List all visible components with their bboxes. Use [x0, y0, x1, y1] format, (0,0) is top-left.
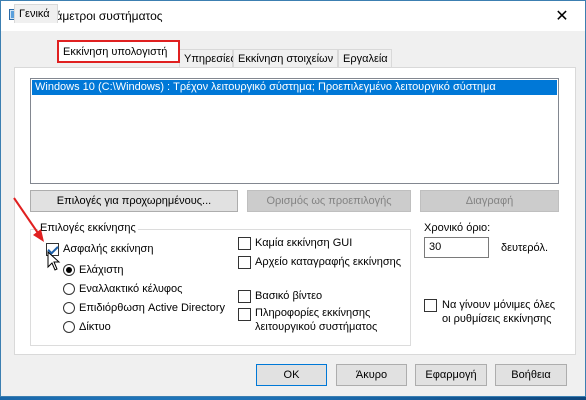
base-video-label: Βασικό βίντεο	[255, 290, 323, 302]
title-bar: Παράμετροι συστήματος ✕	[1, 1, 585, 31]
timeout-unit: δευτερόλ.	[501, 242, 549, 254]
base-video-checkbox[interactable]	[238, 290, 251, 303]
close-button[interactable]: ✕	[539, 1, 585, 31]
alternate-shell-radio[interactable]	[63, 283, 75, 295]
no-gui-label: Καμία εκκίνηση GUI	[255, 237, 353, 249]
tab-boot[interactable]: Εκκίνηση υπολογιστή	[57, 40, 180, 63]
ad-repair-label: Επιδιόρθωση Active Directory	[79, 302, 225, 314]
alternate-shell-label: Εναλλακτικό κέλυφος	[79, 283, 183, 295]
tab-label: Υπηρεσίες	[184, 53, 236, 65]
tab-label: Εκκίνηση υπολογιστή	[63, 46, 168, 58]
tab-startup[interactable]: Εκκίνηση στοιχείων	[233, 49, 338, 68]
network-radio[interactable]	[63, 321, 75, 333]
boot-entries-list[interactable]: Windows 10 (C:\Windows) : Τρέχον λειτουρ…	[30, 78, 559, 184]
os-boot-info-label-line1: Πληροφορίες εκκίνησης	[255, 307, 371, 319]
boot-log-checkbox[interactable]	[238, 256, 251, 269]
boot-options-label: Επιλογές εκκίνησης	[38, 222, 138, 234]
cancel-button[interactable]: Άκυρο	[336, 364, 407, 386]
minimal-label: Ελάχιστη	[79, 264, 124, 276]
make-permanent-label-line1: Να γίνουν μόνιμες όλες	[442, 299, 556, 311]
safe-boot-label: Ασφαλής εκκίνηση	[63, 243, 154, 255]
boot-log-label: Αρχείο καταγραφής εκκίνησης	[255, 256, 402, 268]
close-icon: ✕	[555, 8, 569, 25]
make-permanent-label-line2: οι ρυθμίσεις εκκίνησης	[442, 313, 552, 325]
no-gui-checkbox[interactable]	[238, 237, 251, 250]
tab-general[interactable]: Γενικά	[14, 4, 58, 23]
make-permanent-checkbox[interactable]	[424, 299, 437, 312]
tab-services[interactable]: Υπηρεσίες	[179, 49, 236, 68]
apply-button[interactable]: Εφαρμογή	[415, 364, 487, 386]
list-item[interactable]: Windows 10 (C:\Windows) : Τρέχον λειτουρ…	[32, 80, 557, 95]
set-default-button[interactable]: Ορισμός ως προεπιλογής	[247, 190, 411, 212]
ok-button[interactable]: OK	[256, 364, 327, 386]
mouse-pointer-icon	[47, 251, 61, 271]
tab-tools[interactable]: Εργαλεία	[338, 49, 392, 68]
os-boot-info-label-line2: λειτουργικού συστήματος	[255, 321, 378, 333]
delete-button[interactable]: Διαγραφή	[420, 190, 559, 212]
os-boot-info-checkbox[interactable]	[238, 308, 251, 321]
tab-label: Εργαλεία	[343, 53, 388, 65]
network-label: Δίκτυο	[79, 321, 111, 333]
ad-repair-radio[interactable]	[63, 302, 75, 314]
timeout-input[interactable]: 30	[424, 237, 489, 258]
system-configuration-dialog: Παράμετροι συστήματος ✕ Γενικά Εκκίνηση …	[0, 0, 586, 397]
minimal-radio[interactable]	[63, 264, 75, 276]
timeout-label: Χρονικό όριο:	[424, 222, 491, 234]
help-button[interactable]: Βοήθεια	[495, 364, 567, 386]
advanced-options-button[interactable]: Επιλογές για προχωρημένους...	[30, 190, 238, 212]
tab-label: Εκκίνηση στοιχείων	[238, 53, 334, 65]
tab-label: Γενικά	[19, 8, 50, 20]
